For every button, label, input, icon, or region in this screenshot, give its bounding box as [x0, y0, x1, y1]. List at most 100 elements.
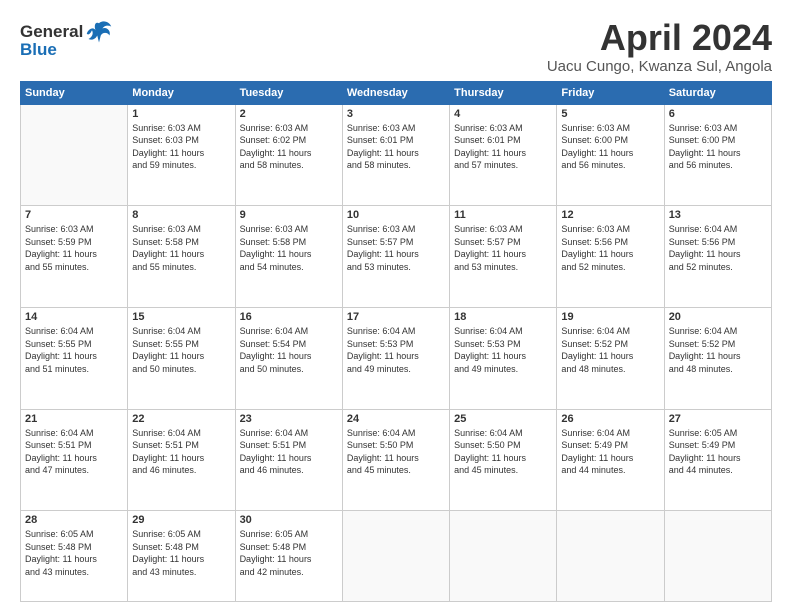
day-number: 9 — [240, 209, 338, 221]
day-info: Sunrise: 6:03 AM Sunset: 5:56 PM Dayligh… — [561, 223, 659, 273]
day-number: 20 — [669, 311, 767, 323]
weekday-header-tuesday: Tuesday — [235, 81, 342, 104]
calendar-cell: 23 Sunrise: 6:04 AM Sunset: 5:51 PM Dayli… — [235, 409, 342, 511]
day-info: Sunrise: 6:03 AM Sunset: 5:58 PM Dayligh… — [132, 223, 230, 273]
month-title: April 2024 — [547, 18, 772, 58]
day-info: Sunrise: 6:03 AM Sunset: 6:02 PM Dayligh… — [240, 122, 338, 172]
weekday-header-thursday: Thursday — [450, 81, 557, 104]
calendar-cell — [557, 511, 664, 602]
day-number: 1 — [132, 108, 230, 120]
day-info: Sunrise: 6:03 AM Sunset: 6:01 PM Dayligh… — [454, 122, 552, 172]
day-number: 4 — [454, 108, 552, 120]
calendar-cell: 3 Sunrise: 6:03 AM Sunset: 6:01 PM Daylig… — [342, 104, 449, 206]
day-number: 10 — [347, 209, 445, 221]
day-number: 27 — [669, 413, 767, 425]
day-number: 26 — [561, 413, 659, 425]
day-number: 3 — [347, 108, 445, 120]
day-number: 13 — [669, 209, 767, 221]
day-number: 7 — [25, 209, 123, 221]
day-number: 25 — [454, 413, 552, 425]
calendar-cell: 20Sunrise: 6:04 AM Sunset: 5:52 PM Dayli… — [664, 307, 771, 409]
day-number: 28 — [25, 514, 123, 526]
day-info: Sunrise: 6:04 AM Sunset: 5:56 PM Dayligh… — [669, 223, 767, 273]
logo-bird-icon — [85, 18, 113, 46]
location-title: Uacu Cungo, Kwanza Sul, Angola — [547, 58, 772, 75]
calendar-cell: 27 Sunrise: 6:05 AM Sunset: 5:49 PM Dayli… — [664, 409, 771, 511]
day-info: Sunrise: 6:05 AM Sunset: 5:48 PM Dayligh… — [25, 528, 123, 578]
calendar-cell: 18 Sunrise: 6:04 AM Sunset: 5:53 PM Dayli… — [450, 307, 557, 409]
calendar-cell: 22Sunrise: 6:04 AM Sunset: 5:51 PM Dayli… — [128, 409, 235, 511]
calendar-cell: 15 Sunrise: 6:04 AM Sunset: 5:55 PM Dayli… — [128, 307, 235, 409]
calendar-cell — [21, 104, 128, 206]
calendar-cell: 19 Sunrise: 6:04 AM Sunset: 5:52 PM Dayli… — [557, 307, 664, 409]
day-number: 6 — [669, 108, 767, 120]
day-number: 11 — [454, 209, 552, 221]
day-number: 19 — [561, 311, 659, 323]
calendar-table: SundayMondayTuesdayWednesdayThursdayFrid… — [20, 81, 772, 602]
calendar-cell: 6 Sunrise: 6:03 AM Sunset: 6:00 PM Daylig… — [664, 104, 771, 206]
day-number: 12 — [561, 209, 659, 221]
calendar-cell: 13 Sunrise: 6:04 AM Sunset: 5:56 PM Dayli… — [664, 206, 771, 308]
calendar-cell: 21 Sunrise: 6:04 AM Sunset: 5:51 PM Dayli… — [21, 409, 128, 511]
calendar-cell — [450, 511, 557, 602]
weekday-header-wednesday: Wednesday — [342, 81, 449, 104]
day-number: 15 — [132, 311, 230, 323]
calendar-cell: 4 Sunrise: 6:03 AM Sunset: 6:01 PM Daylig… — [450, 104, 557, 206]
calendar-cell: 28 Sunrise: 6:05 AM Sunset: 5:48 PM Dayli… — [21, 511, 128, 602]
calendar-cell: 30 Sunrise: 6:05 AM Sunset: 5:48 PM Dayli… — [235, 511, 342, 602]
day-info: Sunrise: 6:05 AM Sunset: 5:48 PM Dayligh… — [132, 528, 230, 578]
day-number: 21 — [25, 413, 123, 425]
day-number: 22 — [132, 413, 230, 425]
day-info: Sunrise: 6:04 AM Sunset: 5:55 PM Dayligh… — [25, 325, 123, 375]
day-info: Sunrise: 6:04 AM Sunset: 5:53 PM Dayligh… — [347, 325, 445, 375]
day-info: Sunrise: 6:05 AM Sunset: 5:49 PM Dayligh… — [669, 427, 767, 477]
day-info: Sunrise: 6:03 AM Sunset: 6:01 PM Dayligh… — [347, 122, 445, 172]
calendar-cell: 1 Sunrise: 6:03 AM Sunset: 6:03 PM Daylig… — [128, 104, 235, 206]
day-info: Sunrise: 6:03 AM Sunset: 5:59 PM Dayligh… — [25, 223, 123, 273]
day-number: 29 — [132, 514, 230, 526]
day-info: Sunrise: 6:04 AM Sunset: 5:54 PM Dayligh… — [240, 325, 338, 375]
calendar-cell: 26 Sunrise: 6:04 AM Sunset: 5:49 PM Dayli… — [557, 409, 664, 511]
weekday-header-monday: Monday — [128, 81, 235, 104]
day-info: Sunrise: 6:04 AM Sunset: 5:49 PM Dayligh… — [561, 427, 659, 477]
weekday-header-friday: Friday — [557, 81, 664, 104]
logo-general: General — [20, 22, 83, 42]
day-info: Sunrise: 6:03 AM Sunset: 5:57 PM Dayligh… — [454, 223, 552, 273]
calendar-cell: 29 Sunrise: 6:05 AM Sunset: 5:48 PM Dayli… — [128, 511, 235, 602]
day-info: Sunrise: 6:05 AM Sunset: 5:48 PM Dayligh… — [240, 528, 338, 578]
day-info: Sunrise: 6:04 AM Sunset: 5:50 PM Dayligh… — [347, 427, 445, 477]
calendar-cell: 12 Sunrise: 6:03 AM Sunset: 5:56 PM Dayli… — [557, 206, 664, 308]
day-info: Sunrise: 6:03 AM Sunset: 6:03 PM Dayligh… — [132, 122, 230, 172]
day-info: Sunrise: 6:03 AM Sunset: 5:58 PM Dayligh… — [240, 223, 338, 273]
calendar-cell: 14Sunrise: 6:04 AM Sunset: 5:55 PM Dayli… — [21, 307, 128, 409]
day-info: Sunrise: 6:04 AM Sunset: 5:53 PM Dayligh… — [454, 325, 552, 375]
day-number: 17 — [347, 311, 445, 323]
weekday-header-sunday: Sunday — [21, 81, 128, 104]
day-number: 8 — [132, 209, 230, 221]
day-number: 2 — [240, 108, 338, 120]
calendar-cell — [664, 511, 771, 602]
day-info: Sunrise: 6:04 AM Sunset: 5:51 PM Dayligh… — [25, 427, 123, 477]
calendar-cell: 11 Sunrise: 6:03 AM Sunset: 5:57 PM Dayli… — [450, 206, 557, 308]
day-info: Sunrise: 6:04 AM Sunset: 5:52 PM Dayligh… — [561, 325, 659, 375]
day-info: Sunrise: 6:03 AM Sunset: 5:57 PM Dayligh… — [347, 223, 445, 273]
day-info: Sunrise: 6:03 AM Sunset: 6:00 PM Dayligh… — [669, 122, 767, 172]
day-info: Sunrise: 6:04 AM Sunset: 5:55 PM Dayligh… — [132, 325, 230, 375]
calendar-cell: 2 Sunrise: 6:03 AM Sunset: 6:02 PM Daylig… — [235, 104, 342, 206]
day-number: 30 — [240, 514, 338, 526]
calendar-cell: 9 Sunrise: 6:03 AM Sunset: 5:58 PM Daylig… — [235, 206, 342, 308]
day-number: 18 — [454, 311, 552, 323]
calendar-cell: 10 Sunrise: 6:03 AM Sunset: 5:57 PM Dayli… — [342, 206, 449, 308]
day-number: 24 — [347, 413, 445, 425]
weekday-header-saturday: Saturday — [664, 81, 771, 104]
day-number: 23 — [240, 413, 338, 425]
calendar-cell: 17 Sunrise: 6:04 AM Sunset: 5:53 PM Dayli… — [342, 307, 449, 409]
calendar-cell: 5Sunrise: 6:03 AM Sunset: 6:00 PM Daylig… — [557, 104, 664, 206]
calendar-cell: 24 Sunrise: 6:04 AM Sunset: 5:50 PM Dayli… — [342, 409, 449, 511]
day-info: Sunrise: 6:04 AM Sunset: 5:51 PM Dayligh… — [240, 427, 338, 477]
calendar-cell: 16Sunrise: 6:04 AM Sunset: 5:54 PM Dayli… — [235, 307, 342, 409]
calendar-cell: 8 Sunrise: 6:03 AM Sunset: 5:58 PM Daylig… — [128, 206, 235, 308]
calendar-cell: 25Sunrise: 6:04 AM Sunset: 5:50 PM Dayli… — [450, 409, 557, 511]
day-info: Sunrise: 6:03 AM Sunset: 6:00 PM Dayligh… — [561, 122, 659, 172]
logo: General Blue — [20, 18, 113, 60]
